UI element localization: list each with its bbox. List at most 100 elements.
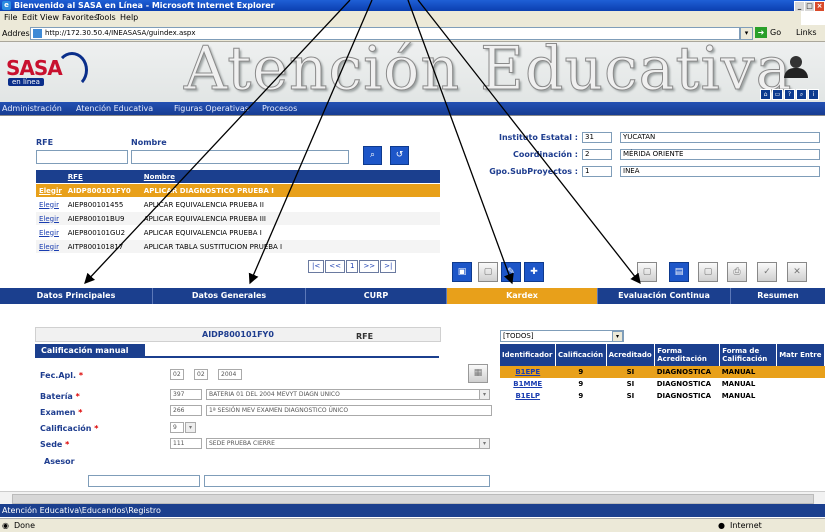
ie-status-icon: ◉: [2, 521, 9, 530]
grid-forma: DIAGNOSTICA: [656, 380, 712, 388]
new-icon[interactable]: ✚: [524, 262, 544, 282]
nombre-search-input[interactable]: [131, 150, 349, 164]
pager-prev-button[interactable]: <<: [325, 260, 345, 273]
pager: |< << 1 >> >|: [308, 260, 397, 273]
nav-procesos[interactable]: Procesos: [262, 104, 297, 113]
identificador-link[interactable]: B1ELP: [515, 392, 540, 400]
bateria-dropdown-icon[interactable]: ▾: [479, 389, 490, 400]
grid-forma-cal: MANUAL: [721, 380, 756, 388]
pager-last-button[interactable]: >|: [380, 260, 397, 273]
grid-header[interactable]: Identificador: [500, 344, 557, 366]
calendar-icon[interactable]: ▦: [468, 364, 488, 383]
print-icon[interactable]: ▢: [637, 262, 657, 282]
help-icon[interactable]: ?: [784, 89, 795, 100]
grid-calificacion: 9: [578, 392, 584, 400]
grid-row: B1EPE 9 SI DIAGNOSTICA MANUAL: [500, 366, 825, 378]
search-icon[interactable]: ⌕: [796, 89, 807, 100]
fec-apl-label: Fec.Apl. *: [40, 371, 84, 380]
delete-icon[interactable]: ✕: [787, 262, 807, 282]
table-header-row: RFE Nombre: [36, 170, 440, 184]
tab-kardex[interactable]: Kardex: [447, 288, 598, 304]
filter-select[interactable]: [TODOS]: [500, 330, 624, 342]
tab-evaluacion-continua[interactable]: Evaluación Continua: [598, 288, 731, 304]
nav-figuras-operativas[interactable]: Figuras Operativas: [174, 104, 249, 113]
scrollbar-thumb[interactable]: [12, 494, 814, 504]
identificador-link[interactable]: B1MME: [513, 380, 542, 388]
estatal-value: YUCATAN: [620, 132, 820, 143]
fec-month-input[interactable]: 02: [194, 369, 208, 380]
tab-datos-generales[interactable]: Datos Generales: [153, 288, 306, 304]
printer-icon[interactable]: ⎙: [727, 262, 747, 282]
filter-dropdown-icon[interactable]: ▾: [612, 331, 623, 342]
menu-favorites[interactable]: Favorites: [62, 13, 98, 22]
clear-button[interactable]: ↺: [390, 146, 409, 165]
fec-year-input[interactable]: 2004: [218, 369, 242, 380]
horizontal-scrollbar[interactable]: [0, 491, 825, 504]
sede-select[interactable]: SEDE PRUEBA CIERRE: [206, 438, 480, 449]
home-icon[interactable]: ⌂: [760, 89, 771, 100]
grid-header[interactable]: Forma de Calificación: [719, 344, 778, 366]
rfe-search-input[interactable]: [36, 150, 128, 164]
add-icon[interactable]: ▤: [669, 262, 689, 282]
fec-day-input[interactable]: 02: [170, 369, 184, 380]
edit-icon[interactable]: ✎: [501, 262, 521, 282]
check-icon[interactable]: ✓: [757, 262, 777, 282]
elegir-link[interactable]: Elegir: [39, 243, 59, 251]
grid-row: B1ELP 9 SI DIAGNOSTICA MANUAL: [500, 390, 825, 402]
pager-page-select[interactable]: 1: [345, 260, 359, 273]
sede-code-input[interactable]: 111: [170, 438, 202, 449]
menu-edit[interactable]: Edit: [22, 13, 38, 22]
grid-forma-cal: MANUAL: [719, 366, 777, 378]
pager-first-button[interactable]: |<: [308, 260, 325, 273]
address-input[interactable]: http://172.30.50.4/INEASASA/guindex.aspx: [30, 27, 740, 40]
grid-header[interactable]: Calificación: [555, 344, 607, 366]
search-button[interactable]: ⌕: [363, 146, 382, 165]
examen-code-input[interactable]: 266: [170, 405, 202, 416]
nav-atencion-educativa[interactable]: Atención Educativa: [76, 104, 153, 113]
row-nombre: APLICAR EQUIVALENCIA PRUEBA I: [140, 225, 440, 240]
grid-header[interactable]: Matr Entre: [776, 344, 825, 366]
calificacion-dropdown-icon[interactable]: ▾: [185, 422, 196, 433]
menu-help[interactable]: Help: [120, 13, 138, 22]
tab-curp[interactable]: CURP: [306, 288, 447, 304]
bateria-select[interactable]: BATERIA 01 DEL 2004 MEVYT DIAGN UNICO: [206, 389, 480, 400]
table-header-nombre[interactable]: Nombre: [140, 170, 440, 184]
tab-resumen[interactable]: Resumen: [731, 288, 825, 304]
window-icon[interactable]: ▭: [772, 89, 783, 100]
links-button[interactable]: Links: [796, 28, 817, 37]
table-row: Elegir AIDP800101FY0 APLICAR DIAGNOSTICO…: [36, 183, 440, 198]
menu-file[interactable]: File: [4, 13, 17, 22]
menu-view[interactable]: View: [40, 13, 59, 22]
bateria-code-input[interactable]: 397: [170, 389, 202, 400]
nav-administracion[interactable]: Administración: [2, 104, 62, 113]
examen-value[interactable]: 1ª SESIÓN MEV EXAMEN DIAGNOSTICO ÚNICO: [206, 405, 492, 416]
table-header: [36, 170, 65, 184]
sede-dropdown-icon[interactable]: ▾: [479, 438, 490, 449]
calificacion-select[interactable]: 9: [170, 422, 184, 433]
elegir-link[interactable]: Elegir: [39, 187, 62, 195]
save-icon[interactable]: ▣: [452, 262, 472, 282]
grid-row: B1MME 9 SI DIAGNOSTICA MANUAL: [500, 378, 825, 390]
grid-header[interactable]: Forma Acreditación: [654, 344, 721, 366]
grid-forma-cal: MANUAL: [721, 392, 756, 400]
user-avatar-icon: [782, 56, 810, 82]
identificador-link[interactable]: B1EPE: [515, 368, 540, 376]
disabled-button-icon[interactable]: ▢: [478, 262, 498, 282]
elegir-link[interactable]: Elegir: [39, 215, 59, 223]
menu-tools[interactable]: Tools: [96, 13, 116, 22]
tab-datos-principales[interactable]: Datos Principales: [0, 288, 153, 304]
info-icon[interactable]: i: [808, 89, 819, 100]
grid-header[interactable]: Acreditado: [606, 344, 656, 366]
copy-icon[interactable]: ▢: [698, 262, 718, 282]
asesor-code-input[interactable]: [88, 475, 200, 487]
go-button[interactable]: ➜ Go: [755, 27, 789, 39]
pager-next-button[interactable]: >>: [359, 260, 380, 273]
kardex-grid: Identificador Calificación Acreditado Fo…: [500, 344, 825, 402]
table-header-rfe[interactable]: RFE: [64, 170, 141, 184]
internet-zone-icon: ●: [718, 521, 725, 530]
asesor-name-input[interactable]: [204, 475, 490, 487]
status-text: Done: [14, 521, 36, 530]
elegir-link[interactable]: Elegir: [39, 201, 59, 209]
address-dropdown-icon[interactable]: ▾: [740, 27, 753, 40]
elegir-link[interactable]: Elegir: [39, 229, 59, 237]
